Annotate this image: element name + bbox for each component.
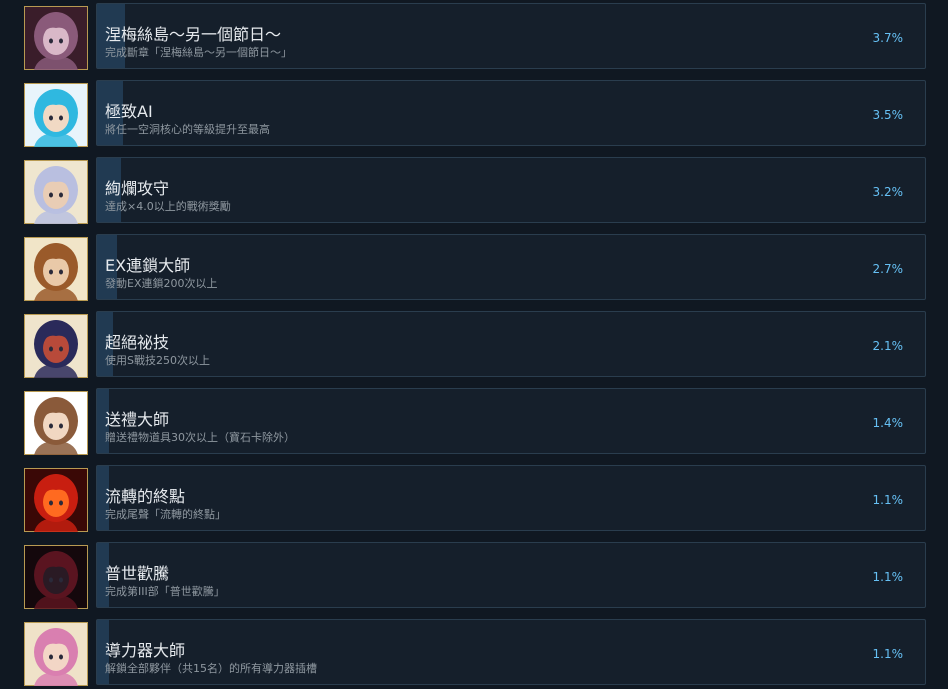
pink-haired-girl-portrait-icon <box>24 622 88 686</box>
maid-girl-portrait-icon <box>24 391 88 455</box>
achievement-title: 極致AI <box>105 102 153 121</box>
achievement-description: 贈送禮物道具30次以上（寶石卡除外） <box>105 431 295 444</box>
achievement-row: 超絕祕技 使用S戰技250次以上 2.1% <box>0 311 948 378</box>
achievement-title: 普世歡騰 <box>105 564 170 583</box>
achievement-panel[interactable]: EX連鎖大師 發動EX連鎖200次以上 2.7% <box>96 234 926 300</box>
achievement-description: 完成第III部「普世歡騰」 <box>105 585 225 598</box>
portrait-art <box>24 468 88 532</box>
portrait-art <box>24 6 88 70</box>
achievement-panel[interactable]: 流轉的終點 完成尾聲「流轉的終點」 1.1% <box>96 465 926 531</box>
unlock-percent: 1.1% <box>872 570 904 584</box>
achievement-row: 涅梅絲島～另一個節日～ 完成斷章「涅梅絲島～另一個節日～」 3.7% <box>0 3 948 70</box>
dark-armored-figure-portrait-icon <box>24 545 88 609</box>
achievement-title: 絢爛攻守 <box>105 179 170 198</box>
achievement-title: 超絕祕技 <box>105 333 170 352</box>
red-demon-portrait-icon <box>24 468 88 532</box>
glasses-man-portrait-icon <box>24 237 88 301</box>
achievement-panel[interactable]: 超絕祕技 使用S戰技250次以上 2.1% <box>96 311 926 377</box>
achievement-panel[interactable]: 普世歡騰 完成第III部「普世歡騰」 1.1% <box>96 542 926 608</box>
achievement-panel[interactable]: 送禮大師 贈送禮物道具30次以上（寶石卡除外） 1.4% <box>96 388 926 454</box>
achievement-panel[interactable]: 導力器大師 解鎖全部夥伴（共15名）的所有導力器插槽 1.1% <box>96 619 926 685</box>
achievement-row: 送禮大師 贈送禮物道具30次以上（寶石卡除外） 1.4% <box>0 388 948 455</box>
achievement-panel[interactable]: 極致AI 將任一空洞核心的等級提升至最高 3.5% <box>96 80 926 146</box>
achievement-title: 送禮大師 <box>105 410 170 429</box>
achievement-description: 使用S戰技250次以上 <box>105 354 210 367</box>
cyan-haired-ai-girl-portrait-icon <box>24 83 88 147</box>
achievement-description: 將任一空洞核心的等級提升至最高 <box>105 123 270 136</box>
achievement-list: 涅梅絲島～另一個節日～ 完成斷章「涅梅絲島～另一個節日～」 3.7% 極致AI … <box>0 0 948 689</box>
achievement-description: 發動EX連鎖200次以上 <box>105 277 218 290</box>
achievement-row: 普世歡騰 完成第III部「普世歡騰」 1.1% <box>0 542 948 609</box>
achievement-description: 完成尾聲「流轉的終點」 <box>105 508 226 521</box>
portrait-art <box>24 622 88 686</box>
red-haired-warrior-portrait-icon <box>24 314 88 378</box>
achievement-description: 達成×4.0以上的戰術獎勵 <box>105 200 231 213</box>
unlock-percent: 3.5% <box>872 108 904 122</box>
unlock-percent: 3.2% <box>872 185 904 199</box>
unlock-percent: 3.7% <box>872 31 904 45</box>
achievement-title: 導力器大師 <box>105 641 186 660</box>
achievement-panel[interactable]: 絢爛攻守 達成×4.0以上的戰術獎勵 3.2% <box>96 157 926 223</box>
achievement-title: EX連鎖大師 <box>105 256 191 275</box>
achievement-title: 流轉的終點 <box>105 487 186 506</box>
unlock-percent: 2.1% <box>872 339 904 353</box>
achievement-row: 導力器大師 解鎖全部夥伴（共15名）的所有導力器插槽 1.1% <box>0 619 948 686</box>
achievement-row: 絢爛攻守 達成×4.0以上的戰術獎勵 3.2% <box>0 157 948 224</box>
achievement-panel[interactable]: 涅梅絲島～另一個節日～ 完成斷章「涅梅絲島～另一個節日～」 3.7% <box>96 3 926 69</box>
achievement-title: 涅梅絲島～另一個節日～ <box>105 25 282 44</box>
purple-haired-girl-portrait-icon <box>24 6 88 70</box>
portrait-art <box>24 237 88 301</box>
unlock-percent: 1.1% <box>872 647 904 661</box>
portrait-art <box>24 160 88 224</box>
portrait-art <box>24 545 88 609</box>
achievement-row: 極致AI 將任一空洞核心的等級提升至最高 3.5% <box>0 80 948 147</box>
achievement-row: EX連鎖大師 發動EX連鎖200次以上 2.7% <box>0 234 948 301</box>
unlock-percent: 1.1% <box>872 493 904 507</box>
silver-haired-boy-portrait-icon <box>24 160 88 224</box>
unlock-percent: 1.4% <box>872 416 904 430</box>
unlock-percent: 2.7% <box>872 262 904 276</box>
achievement-description: 解鎖全部夥伴（共15名）的所有導力器插槽 <box>105 662 317 675</box>
achievement-description: 完成斷章「涅梅絲島～另一個節日～」 <box>105 46 292 59</box>
portrait-art <box>24 314 88 378</box>
portrait-art <box>24 83 88 147</box>
portrait-art <box>24 391 88 455</box>
achievement-row: 流轉的終點 完成尾聲「流轉的終點」 1.1% <box>0 465 948 532</box>
